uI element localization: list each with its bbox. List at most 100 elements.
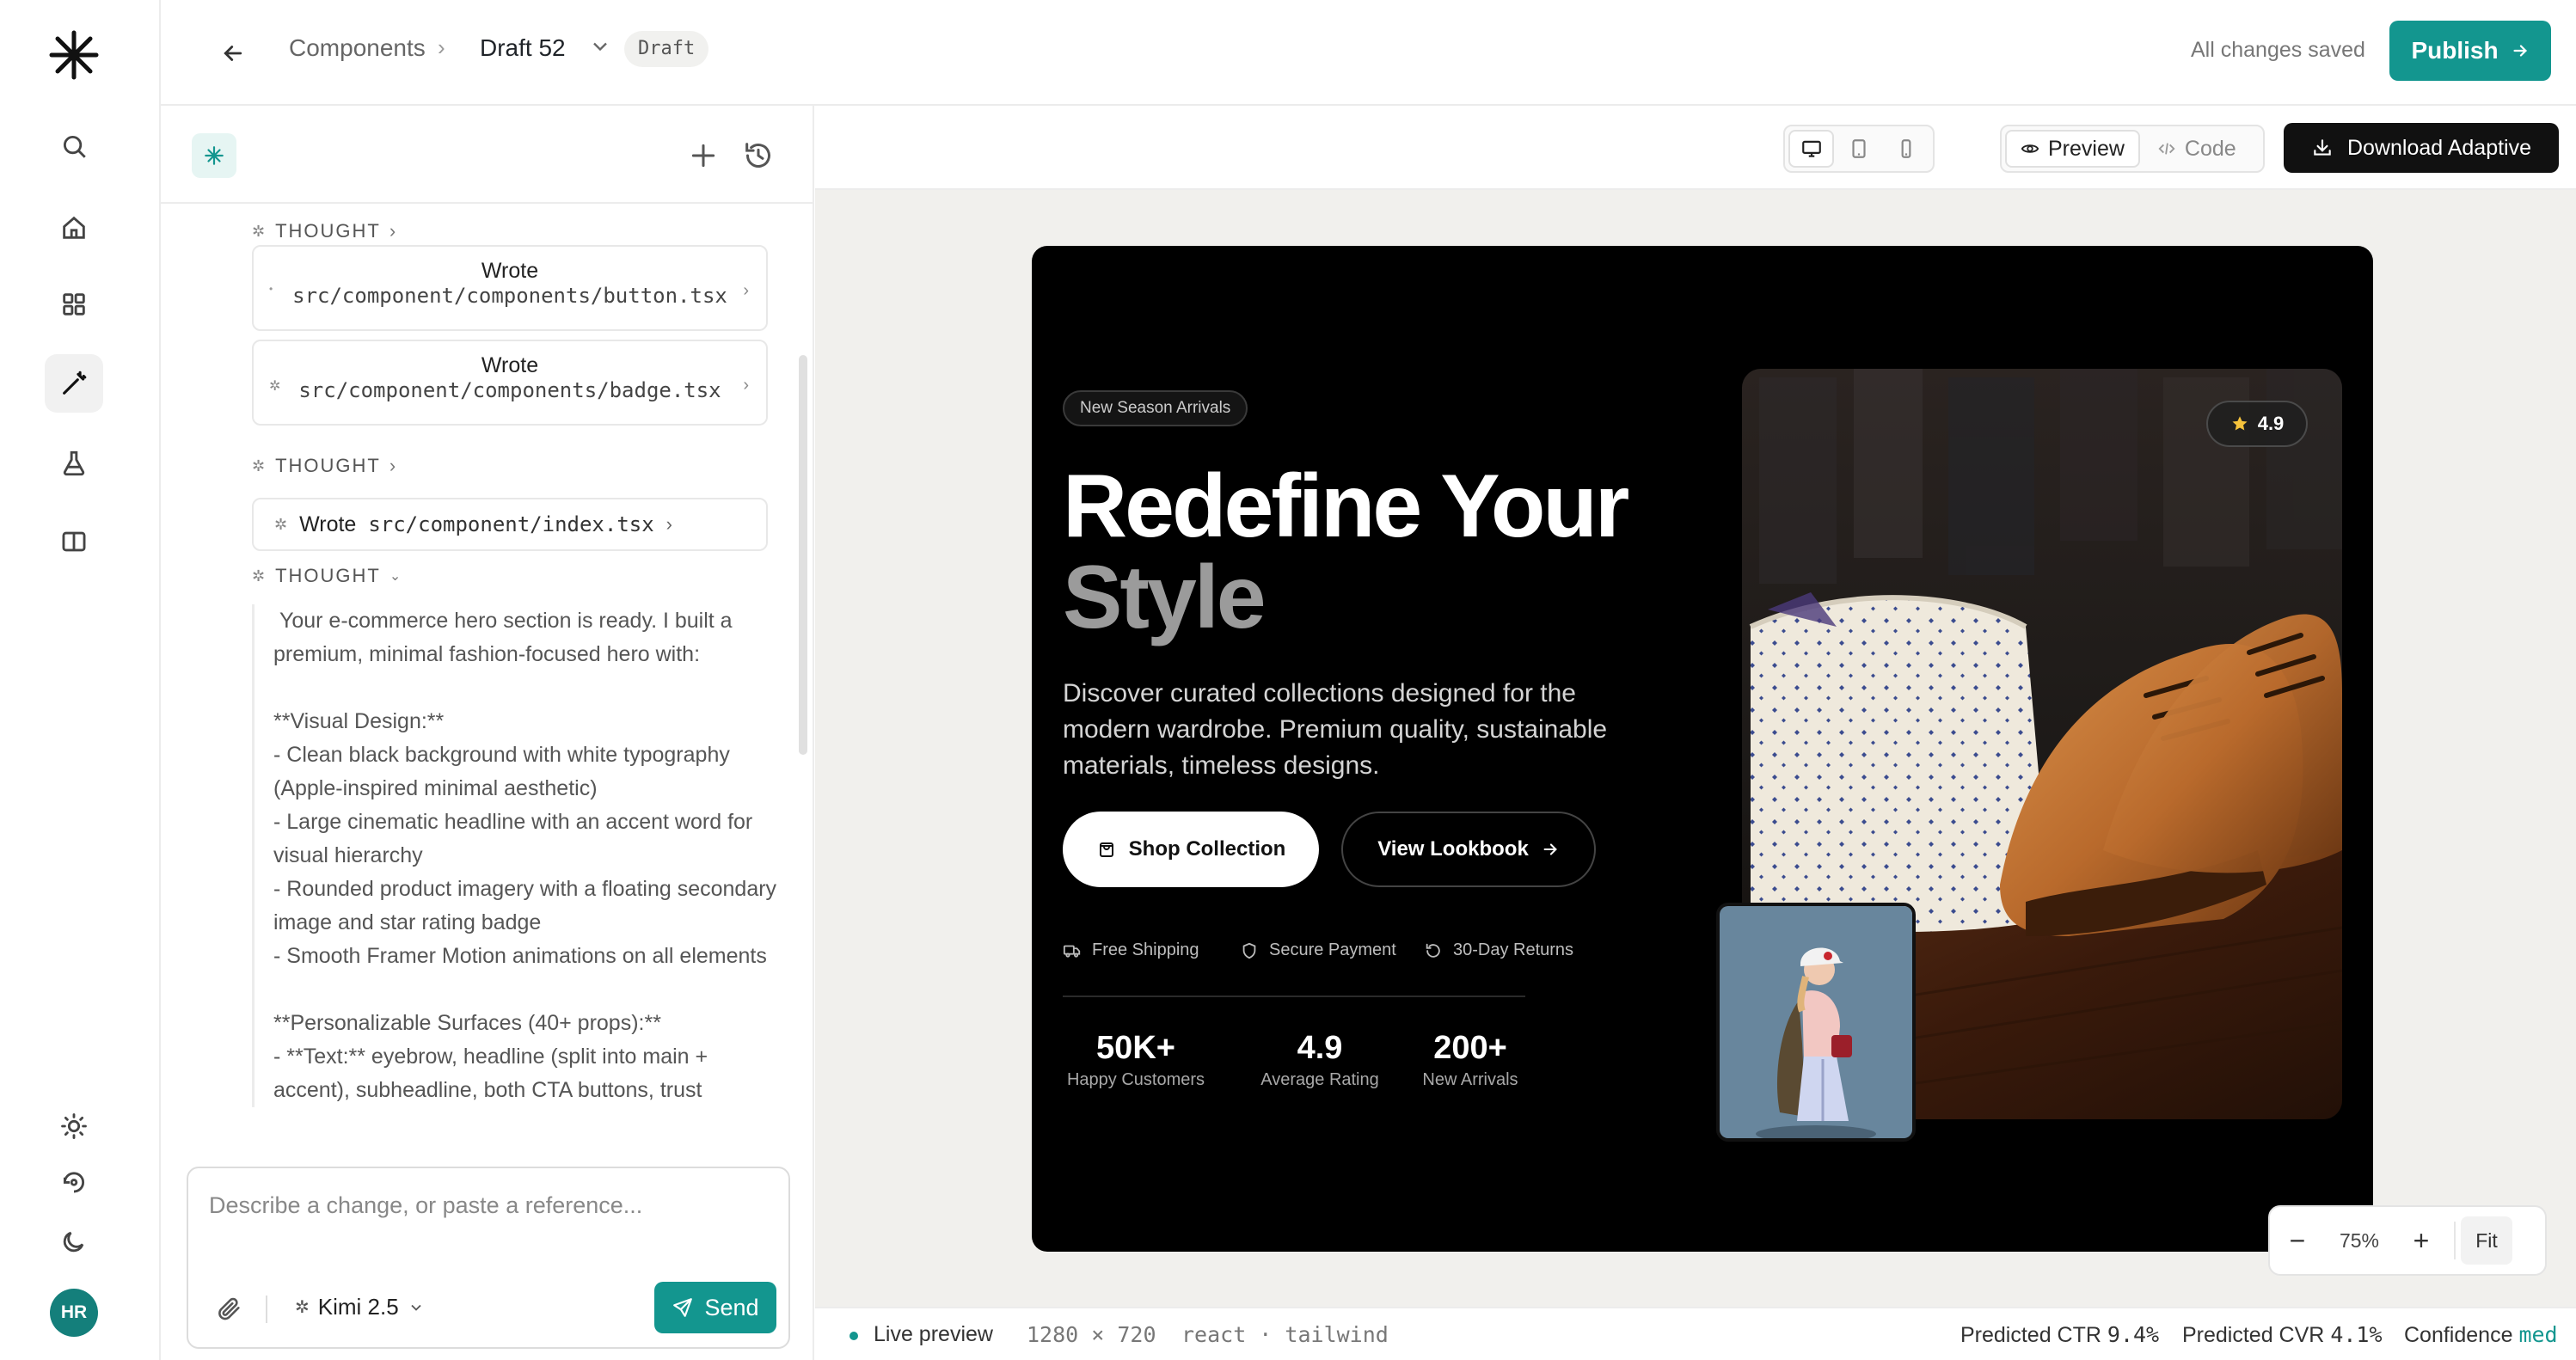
save-status: All changes saved (2191, 38, 2365, 62)
zoom-fit-button[interactable]: Fit (2461, 1216, 2512, 1265)
device-mobile-button[interactable] (1884, 130, 1929, 168)
zoom-out-button[interactable]: − (2270, 1213, 2325, 1268)
wrote-entry-title: Wrote (481, 353, 539, 377)
stats-divider (1063, 995, 1525, 997)
phone-icon (1901, 139, 1911, 158)
asterisk-logo-icon[interactable] (48, 29, 100, 81)
wrote-entry-title: Wrote (299, 512, 357, 536)
confidence-label: Confidence (2404, 1323, 2513, 1347)
rail-theme-light[interactable] (45, 1097, 103, 1155)
star-icon (2232, 416, 2248, 431)
thought-toggle[interactable]: ✲ THOUGHT › (252, 455, 397, 477)
send-button[interactable]: Send (654, 1282, 776, 1333)
view-lookbook-button[interactable]: View Lookbook (1341, 812, 1596, 887)
device-desktop-button[interactable] (1788, 130, 1835, 168)
zoom-divider (2454, 1222, 2456, 1259)
chat-composer[interactable]: Describe a change, or paste a reference.… (187, 1167, 790, 1349)
rail-build[interactable] (45, 354, 103, 413)
download-label: Download Adaptive (2346, 135, 2532, 160)
rail-theme-dark[interactable] (45, 1212, 103, 1271)
rail-home[interactable] (45, 199, 103, 257)
ai-agent-badge[interactable] (192, 133, 236, 178)
composer-input[interactable]: Describe a change, or paste a reference.… (209, 1192, 642, 1219)
preview-tab[interactable]: Preview (2005, 130, 2140, 168)
shield-icon (1242, 942, 1256, 959)
ctr-value: 9.4% (2107, 1322, 2160, 1347)
hero-secondary-image (1716, 903, 1916, 1142)
code-tab[interactable]: Code (2144, 130, 2250, 168)
thought-toggle-expanded[interactable]: ✲ THOUGHT ⌄ (252, 565, 402, 587)
model-selector[interactable]: ✲ Kimi 2.5 (295, 1294, 425, 1320)
user-avatar[interactable]: HR (50, 1289, 98, 1337)
file-dot-icon: • (269, 283, 273, 295)
preview-canvas[interactable]: New Season Arrivals Redefine Your Style … (815, 190, 2576, 1307)
rail-components[interactable] (45, 275, 103, 334)
chevron-right-icon: › (743, 281, 749, 300)
chat-scrollbar[interactable] (799, 355, 807, 755)
home-icon (63, 216, 85, 239)
paperclip-icon[interactable] (214, 1294, 243, 1323)
device-tablet-button[interactable] (1836, 130, 1881, 168)
headline-main: Redefine Your (1063, 456, 1629, 556)
stat-value: 4.9 (1297, 1030, 1343, 1066)
eye-icon (2021, 144, 2039, 153)
grid-icon (63, 293, 85, 315)
shopping-bag-icon (1099, 842, 1113, 857)
chevron-right-icon: › (389, 455, 398, 476)
truck-icon (1063, 945, 1081, 958)
viewport-dimensions: 1280 × 720 (1027, 1322, 1156, 1347)
arrow-right-icon (2513, 45, 2527, 57)
chat-panel: ✲ THOUGHT › • Wrote src/component/compon… (161, 106, 814, 1360)
thought-sparkle-icon: ✲ (252, 567, 267, 585)
stat-label: New Arrivals (1422, 1070, 1518, 1089)
download-icon (2314, 139, 2331, 156)
thought-toggle[interactable]: ✲ THOUGHT › (252, 220, 397, 242)
trust-item: Secure Payment (1240, 940, 1396, 960)
wrote-entry-inline[interactable]: ✲ Wrote src/component/index.tsx › (252, 498, 768, 551)
cta-primary-label: Shop Collection (1128, 837, 1286, 861)
headline-accent: Style (1063, 548, 1267, 647)
rail-experiments[interactable] (45, 434, 103, 493)
chevron-down-icon (411, 1304, 421, 1311)
wrote-entry[interactable]: ✲ Wrote src/component/components/badge.t… (252, 340, 768, 426)
rating-value: 4.9 (2257, 413, 2285, 434)
arrow-left-icon (224, 46, 242, 61)
code-tab-label: Code (2184, 136, 2236, 161)
breadcrumb-components[interactable]: Components (289, 34, 426, 62)
rail-auto-theme[interactable] (45, 1152, 103, 1210)
zoom-in-button[interactable]: + (2394, 1213, 2449, 1268)
chat-messages[interactable]: ✲ THOUGHT › • Wrote src/component/compon… (161, 205, 797, 1246)
publish-button[interactable]: Publish (2389, 21, 2551, 81)
thought-sparkle-icon: ✲ (252, 222, 267, 240)
cta-secondary-label: View Lookbook (1377, 837, 1529, 861)
rail-search[interactable] (45, 117, 103, 175)
rail-layout[interactable] (45, 512, 103, 571)
sparkle-asterisk-icon (205, 146, 224, 165)
preview-tab-label: Preview (2048, 136, 2125, 161)
hero-headline: Redefine Your Style (1063, 461, 1629, 647)
download-adaptive-button[interactable]: Download Adaptive (2284, 123, 2559, 173)
thought-label: THOUGHT (275, 565, 381, 586)
composer-divider (266, 1296, 267, 1323)
wrote-entry[interactable]: • Wrote src/component/components/button.… (252, 245, 768, 331)
thought-content: Your e-commerce hero section is ready. I… (252, 604, 778, 1107)
tech-stack: react · tailwind (1181, 1322, 1389, 1347)
monitor-icon (1801, 140, 1821, 157)
status-bar: Live preview 1280 × 720 react · tailwind… (815, 1307, 2576, 1360)
cvr-label: Predicted CVR (2182, 1323, 2325, 1347)
model-label: Kimi 2.5 (317, 1294, 399, 1320)
publish-label: Publish (2411, 37, 2499, 64)
wrote-entry-path: src/component/components/badge.tsx (298, 378, 721, 402)
live-preview-label: Live preview (874, 1322, 993, 1346)
icon-rail: HR (0, 0, 161, 1360)
shop-collection-button[interactable]: Shop Collection (1063, 812, 1319, 887)
chevron-right-icon: › (743, 376, 749, 395)
back-button[interactable] (212, 33, 254, 74)
new-chat-plus-icon[interactable] (686, 138, 721, 173)
chevron-right-icon: › (389, 220, 398, 242)
trust-item: Free Shipping (1063, 940, 1199, 960)
history-icon[interactable] (741, 138, 776, 173)
hero-subheadline: Discover curated collections designed fo… (1063, 679, 1608, 780)
chevron-down-icon[interactable] (588, 34, 612, 58)
draft-name[interactable]: Draft 52 (480, 34, 566, 62)
